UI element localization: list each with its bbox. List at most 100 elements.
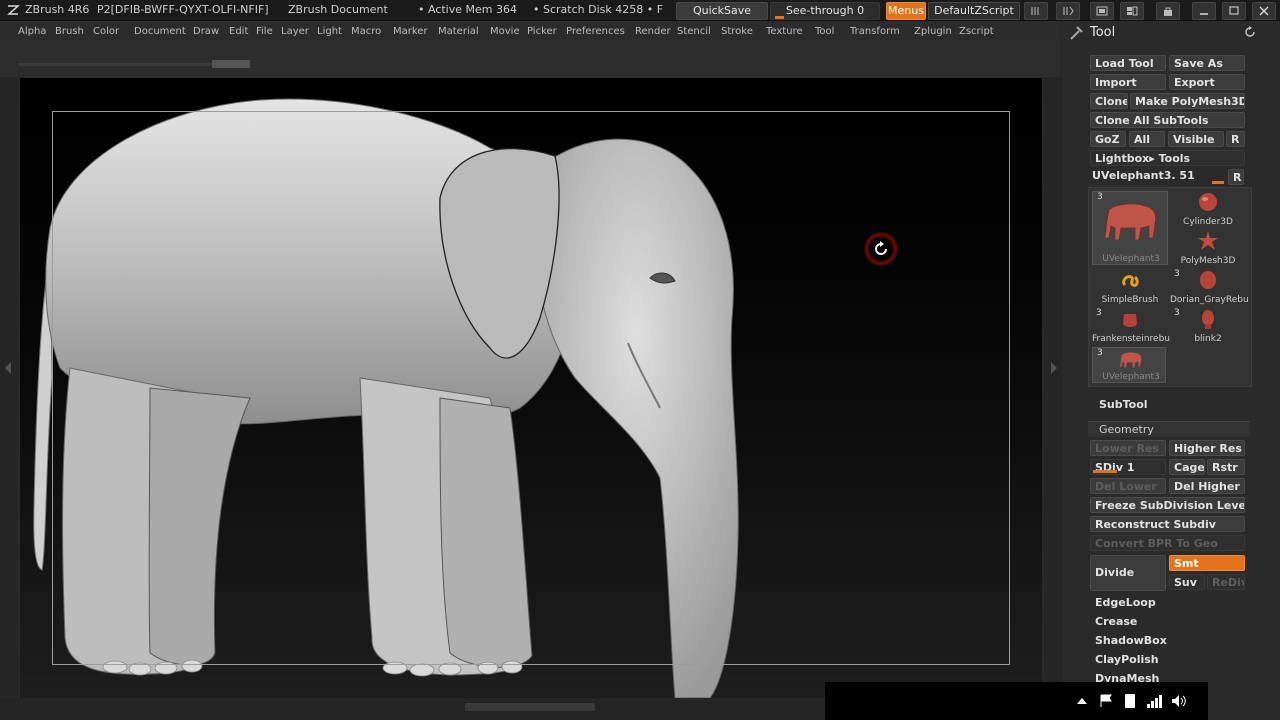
subtool-section-header[interactable]: SubTool (1099, 396, 1148, 414)
zbrush-logo-icon (7, 5, 20, 15)
current-tool-r-button[interactable]: R (1228, 169, 1244, 185)
rediv-toggle[interactable]: ReDiv (1207, 574, 1245, 590)
suv-toggle[interactable]: Suv (1169, 574, 1205, 590)
left-tray-arrow-icon[interactable] (5, 362, 11, 374)
flag-icon[interactable] (1099, 694, 1113, 708)
tool-thumb-blink2[interactable]: 3 blink2 (1170, 308, 1246, 344)
menu-tool[interactable]: Tool (815, 26, 834, 37)
edgeloop-section-header[interactable]: EdgeLoop (1095, 594, 1156, 612)
device-icon[interactable] (1123, 693, 1137, 709)
load-tool-button[interactable]: Load Tool (1090, 55, 1166, 71)
menu-movie[interactable]: Movie (490, 26, 520, 37)
tool-thumb-simplebrush[interactable]: SimpleBrush (1092, 269, 1168, 305)
del-higher-button[interactable]: Del Higher (1169, 478, 1245, 494)
menu-picker[interactable]: Picker (527, 26, 557, 37)
tool-thumb-dorian[interactable]: 3 Dorian_GrayRebu (1170, 269, 1249, 305)
menu-draw[interactable]: Draw (193, 26, 219, 37)
scroll-left-button[interactable] (1024, 2, 1048, 20)
del-lower-button[interactable]: Del Lower (1090, 478, 1166, 494)
menu-zscript[interactable]: Zscript (959, 26, 994, 37)
scroll-right-button[interactable] (1056, 2, 1080, 20)
smt-toggle[interactable]: Smt (1169, 555, 1245, 571)
minimize-button[interactable] (1192, 2, 1216, 20)
menu-marker[interactable]: Marker (393, 26, 428, 37)
tool-thumb-uvelephant[interactable]: 3 UVelephant3 (1092, 191, 1168, 265)
palette-icon-button[interactable] (1120, 2, 1144, 20)
menu-light[interactable]: Light (317, 26, 342, 37)
save-as-button[interactable]: Save As (1169, 55, 1245, 71)
menu-material[interactable]: Material (438, 26, 479, 37)
shadowbox-section-header[interactable]: ShadowBox (1095, 632, 1167, 650)
menu-alpha[interactable]: Alpha (18, 26, 46, 37)
network-icon[interactable] (1147, 694, 1163, 708)
system-tray (825, 682, 1208, 720)
volume-icon[interactable] (1171, 694, 1187, 708)
default-zscript-button[interactable]: DefaultZScript (928, 2, 1020, 20)
reconstruct-subdiv-button[interactable]: Reconstruct Subdiv (1090, 516, 1245, 532)
quicksave-button[interactable]: QuickSave (676, 2, 768, 20)
menu-edit[interactable]: Edit (229, 26, 248, 37)
lock-icon (1164, 7, 1172, 16)
lock-button[interactable] (1156, 2, 1180, 20)
shelf-scroll-handle[interactable] (212, 60, 250, 68)
make-polymesh3d-button[interactable]: Make PolyMesh3D (1130, 93, 1245, 109)
menu-transform[interactable]: Transform (850, 26, 900, 37)
tool-count: 3 (1174, 269, 1180, 279)
tool-palette-icon (1070, 26, 1083, 40)
lower-res-button[interactable]: Lower Res (1090, 440, 1166, 456)
geometry-section-header[interactable]: Geometry (1088, 421, 1250, 437)
tool-label: blink2 (1194, 334, 1222, 344)
tool-thumb-polymesh3d[interactable]: PolyMesh3D (1170, 230, 1246, 266)
goz-all-button[interactable]: All (1129, 131, 1165, 147)
freeze-subdivision-button[interactable]: Freeze SubDivision Levels (1090, 497, 1245, 513)
menu-document[interactable]: Document (134, 26, 186, 37)
menu-brush[interactable]: Brush (55, 26, 84, 37)
elephant-icon (1120, 352, 1142, 368)
maximize-button[interactable] (1222, 2, 1246, 20)
menu-preferences[interactable]: Preferences (566, 26, 625, 37)
import-button[interactable]: Import (1090, 74, 1166, 90)
tool-thumb-cylinder3d[interactable]: Cylinder3D (1170, 191, 1246, 227)
menu-stroke[interactable]: Stroke (721, 26, 753, 37)
menu-color[interactable]: Color (93, 26, 119, 37)
viewport-canvas[interactable] (20, 78, 1042, 698)
menu-render[interactable]: Render (635, 26, 671, 37)
menu-layer[interactable]: Layer (281, 26, 309, 37)
menu-macro[interactable]: Macro (351, 26, 381, 37)
divide-button[interactable]: Divide (1090, 555, 1166, 591)
tool-thumb-uvelephant-2[interactable]: 3 UVelephant3 (1092, 347, 1166, 383)
claypolish-section-header[interactable]: ClayPolish (1095, 651, 1159, 669)
refresh-icon[interactable] (1244, 26, 1256, 38)
menu-stencil[interactable]: Stencil (677, 26, 711, 37)
current-tool-slider[interactable]: UVelephant3. 51 (1092, 169, 1228, 184)
convert-bpr-button[interactable]: Convert BPR To Geo (1090, 535, 1245, 551)
lightbox-tools-button[interactable]: Lightbox▸ Tools (1090, 150, 1245, 166)
tool-label: SimpleBrush (1101, 295, 1159, 305)
cage-button[interactable]: Cage (1169, 459, 1205, 475)
menu-texture[interactable]: Texture (766, 26, 803, 37)
menu-zplugin[interactable]: Zplugin (914, 26, 952, 37)
sdiv-slider[interactable]: SDiv 1 (1090, 459, 1166, 475)
crease-section-header[interactable]: Crease (1095, 613, 1137, 631)
left-tray[interactable] (0, 77, 18, 697)
tool-thumb-frankenstein[interactable]: 3 Frankensteinrebu (1092, 308, 1170, 344)
menu-file[interactable]: File (256, 26, 273, 37)
goz-visible-button[interactable]: Visible (1168, 131, 1224, 147)
goz-button[interactable]: GoZ (1090, 131, 1126, 147)
layout-icon (1096, 6, 1108, 16)
layout-icon-button[interactable] (1090, 2, 1114, 20)
bottom-scroll-handle[interactable] (465, 703, 595, 711)
right-tray[interactable] (1044, 77, 1062, 697)
close-button[interactable] (1252, 2, 1276, 20)
rstr-button[interactable]: Rstr (1207, 459, 1245, 475)
tray-expand-icon[interactable] (1077, 698, 1087, 704)
right-tray-arrow-icon[interactable] (1051, 362, 1057, 374)
higher-res-button[interactable]: Higher Res (1169, 440, 1245, 456)
current-tool-slider-fill (1212, 181, 1224, 184)
goz-r-button[interactable]: R (1226, 131, 1245, 147)
menus-button[interactable]: Menus (886, 2, 926, 20)
export-button[interactable]: Export (1169, 74, 1245, 90)
clone-button[interactable]: Clone (1090, 93, 1128, 109)
tool-label: Dorian_GrayRebu (1170, 295, 1249, 305)
clone-all-subtools-button[interactable]: Clone All SubTools (1090, 112, 1245, 128)
